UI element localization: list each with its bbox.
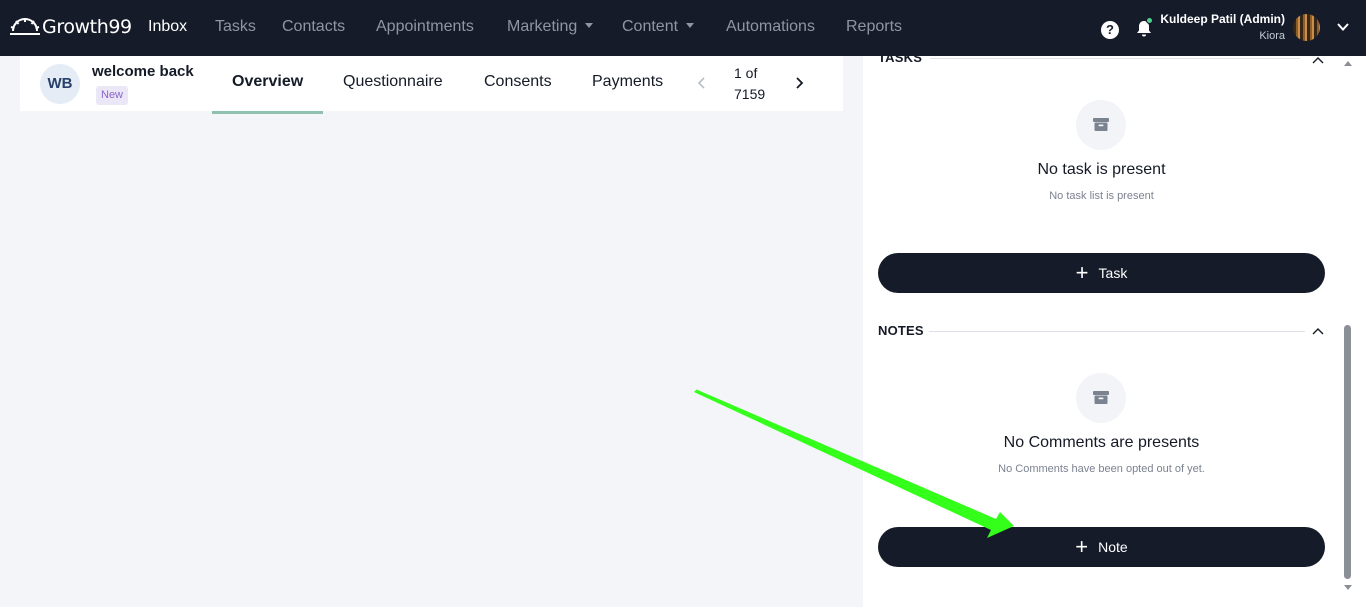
archive-box-icon [1093, 391, 1109, 404]
notes-empty-title: No Comments are presents [1003, 434, 1200, 451]
chevron-left-icon[interactable] [695, 75, 709, 91]
tab-overview[interactable]: Overview [232, 73, 303, 91]
brand-name: Growth99 [42, 16, 132, 38]
plus-icon: + [1075, 534, 1089, 559]
tab-consents[interactable]: Consents [484, 73, 552, 91]
nav-reports[interactable]: Reports [846, 18, 902, 36]
pager-total: 7159 [734, 86, 766, 102]
scroll-up-arrow-icon[interactable] [1344, 61, 1352, 66]
nav-marketing-label: Marketing [507, 18, 578, 35]
archive-box-icon [1093, 118, 1109, 131]
divider [930, 58, 1300, 59]
notes-section-title: NOTES [878, 323, 924, 338]
chevron-up-icon[interactable] [1311, 326, 1325, 336]
tasks-empty-box-icon [1076, 100, 1126, 150]
chevron-right-icon[interactable] [792, 75, 806, 91]
caret-down-icon [686, 23, 695, 28]
add-note-button[interactable]: + Note [878, 527, 1325, 567]
plus-icon: + [1075, 260, 1089, 285]
help-icon[interactable]: ? [1101, 21, 1119, 39]
nav-content-label: Content [622, 18, 679, 35]
add-task-button[interactable]: + Task [878, 253, 1325, 293]
nav-content[interactable]: Content [622, 18, 695, 36]
nav-appointments[interactable]: Appointments [376, 18, 474, 36]
scrollbar-thumb[interactable] [1344, 325, 1351, 579]
caret-down-icon [585, 23, 594, 28]
add-task-label: Task [1098, 265, 1128, 281]
nav-marketing[interactable]: Marketing [507, 18, 594, 36]
contact-avatar: WB [40, 64, 80, 104]
notes-empty-box-icon [1076, 373, 1126, 423]
user-avatar[interactable] [1293, 14, 1320, 41]
notification-dot [1146, 17, 1153, 24]
chevron-down-icon[interactable] [1336, 20, 1350, 34]
user-organization: Kiora [1259, 30, 1285, 42]
tasks-empty-subtitle: No task list is present [1049, 190, 1154, 202]
notes-empty-subtitle: No Comments have been opted out of yet. [998, 463, 1205, 475]
contact-header: WB welcome back New Overview Questionnai… [20, 56, 843, 114]
active-tab-indicator [212, 111, 323, 114]
tasks-empty-title: No task is present [1037, 161, 1166, 178]
top-navigation-bar: Growth99 Inbox Tasks Contacts Appointmen… [0, 0, 1366, 56]
nav-contacts[interactable]: Contacts [282, 18, 345, 36]
chevron-up-icon[interactable] [1311, 56, 1325, 65]
status-badge: New [96, 86, 129, 105]
add-note-label: Note [1098, 539, 1128, 555]
divider [929, 331, 1305, 332]
brand-logo[interactable]: Growth99 [10, 14, 132, 40]
scroll-down-arrow-icon[interactable] [1344, 585, 1352, 590]
tab-payments[interactable]: Payments [592, 73, 663, 91]
tasks-section-title: TASKS [878, 56, 923, 65]
user-name[interactable]: Kuldeep Patil (Admin) [1160, 12, 1285, 26]
nav-inbox[interactable]: Inbox [148, 18, 187, 36]
contact-name: welcome back [92, 63, 194, 80]
nav-tasks[interactable]: Tasks [215, 18, 256, 36]
sunrise-logo-icon [10, 18, 40, 35]
nav-automations[interactable]: Automations [726, 18, 815, 36]
tab-questionnaire[interactable]: Questionnaire [343, 73, 443, 91]
pager-position: 1 of [734, 65, 758, 81]
record-pager: 1 of 7159 [734, 63, 765, 105]
right-side-panel: TASKS No task is present No task list is… [863, 56, 1366, 607]
